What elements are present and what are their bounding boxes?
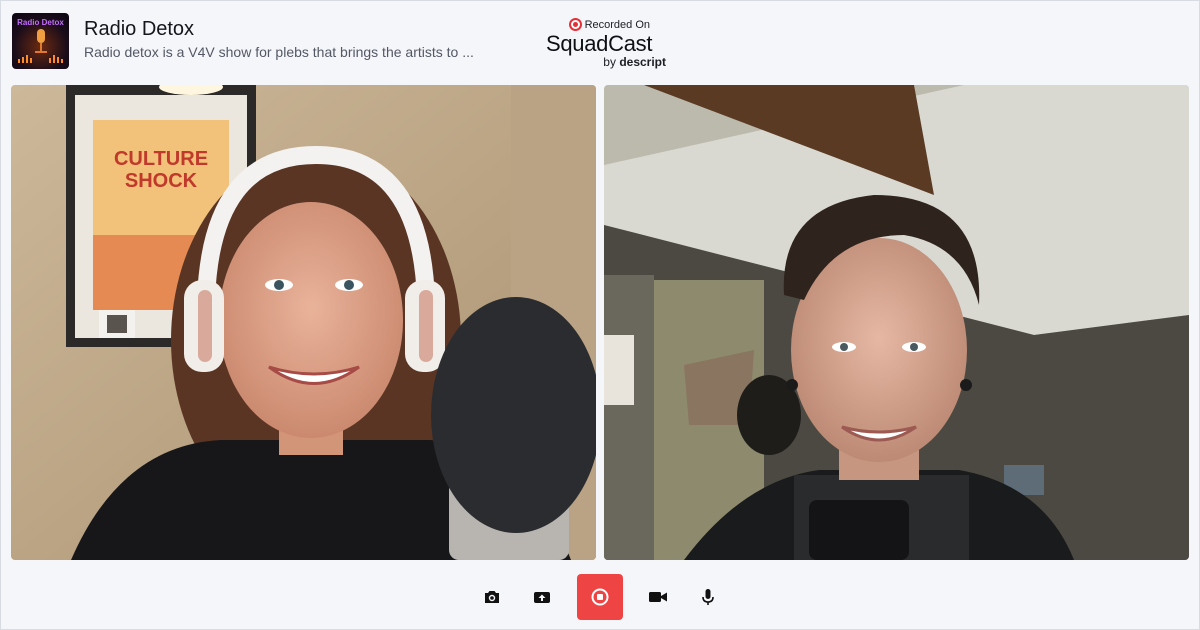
participant-video-1: CULTURE SHOCK	[11, 85, 596, 560]
participant-video-2-frame	[604, 85, 1189, 560]
upload-icon	[534, 592, 550, 603]
squadcast-branding: Recorded On SquadCast by descript	[546, 16, 666, 70]
show-description: Radio detox is a V4V show for plebs that…	[84, 44, 474, 60]
camera-snapshot-button[interactable]	[469, 574, 515, 620]
brand-by: by	[603, 55, 616, 69]
recorded-on-line: Recorded On	[568, 18, 650, 31]
camera-icon	[485, 591, 499, 603]
stop-icon	[591, 588, 609, 606]
poster-text-2: SHOCK	[125, 170, 198, 192]
record-dot-icon	[568, 18, 582, 31]
control-bar	[0, 574, 1200, 620]
mic-toggle-button[interactable]	[685, 574, 731, 620]
microphone-art-icon	[18, 29, 63, 63]
video-toggle-button[interactable]	[635, 574, 681, 620]
brand-byline: by descript	[603, 55, 666, 69]
recorded-on-text: Recorded On	[584, 19, 650, 31]
participant-video-1-frame: CULTURE SHOCK	[11, 85, 596, 560]
stop-recording-button[interactable]	[577, 574, 623, 620]
brand-company: descript	[619, 55, 666, 69]
participant-video-2	[604, 85, 1189, 560]
brand-name: SquadCast	[546, 31, 653, 56]
upload-button[interactable]	[519, 574, 565, 620]
show-logo: Radio Detox	[12, 13, 69, 69]
poster-text-1: CULTURE	[114, 148, 208, 170]
microphone-icon	[702, 589, 714, 605]
video-camera-icon	[649, 592, 667, 602]
show-title: Radio Detox	[84, 18, 195, 40]
header: Radio Detox Radio Detox Radio detox is a…	[12, 12, 1188, 70]
